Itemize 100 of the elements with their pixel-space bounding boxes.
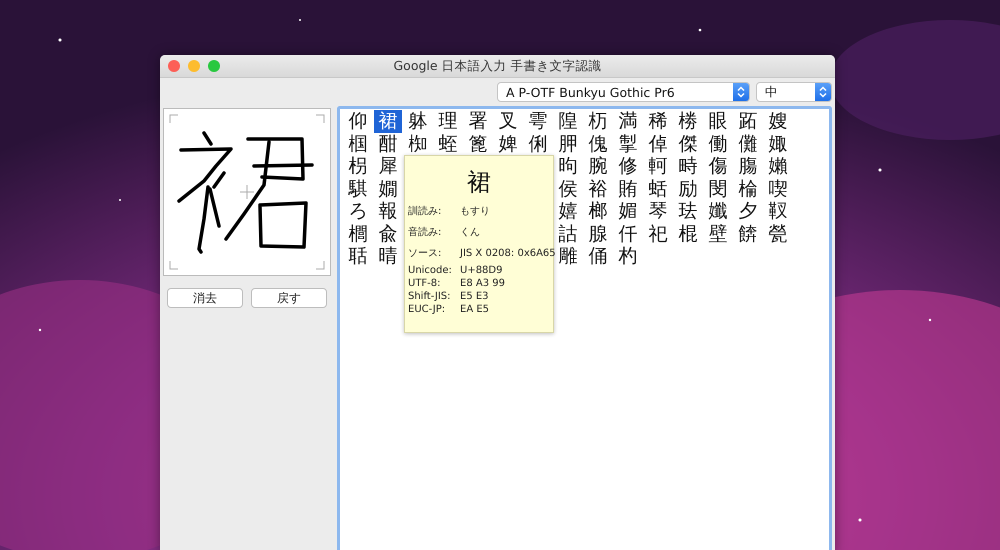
info-label: ソース: — [408, 247, 442, 261]
candidate-char[interactable]: 侯 — [554, 178, 582, 200]
close-button[interactable] — [168, 60, 180, 72]
candidate-char[interactable]: 琴 — [644, 200, 672, 222]
tooltip-character: 裙 — [467, 167, 491, 198]
candidate-char[interactable]: 閔 — [704, 178, 732, 200]
candidate-char[interactable]: 祀 — [644, 222, 672, 245]
candidate-char[interactable]: 蛭 — [434, 132, 462, 155]
candidate-char[interactable]: 傷 — [704, 155, 732, 178]
clear-button[interactable]: 消去 — [167, 288, 243, 308]
candidate-char[interactable]: 励 — [674, 178, 702, 200]
candidate-char[interactable]: ろ — [344, 200, 372, 222]
candidate-char[interactable]: 報 — [374, 200, 402, 222]
candidate-char[interactable]: 軻 — [644, 155, 672, 178]
candidate-char[interactable]: 晴 — [374, 245, 402, 268]
candidate-char[interactable]: 胛 — [554, 132, 582, 155]
candidate-char[interactable]: 騏 — [344, 178, 372, 200]
candidate-char[interactable]: 櫚 — [344, 222, 372, 245]
candidate-char[interactable]: 椥 — [404, 132, 432, 155]
candidate-char[interactable]: 棆 — [734, 178, 762, 200]
info-label: Unicode: — [408, 265, 453, 276]
candidate-char[interactable]: 靫 — [764, 200, 792, 222]
candidate-char[interactable]: 腕 — [584, 155, 612, 178]
size-dropdown[interactable]: 中 — [756, 82, 832, 102]
candidate-char[interactable]: 篦 — [464, 132, 492, 155]
candidate-char[interactable]: 犀 — [374, 155, 402, 178]
candidate-char[interactable]: 蛞 — [644, 178, 672, 200]
candidate-char[interactable]: 膓 — [734, 155, 762, 178]
info-value: E5 E3 — [460, 291, 490, 302]
candidate-char[interactable]: 榔 — [584, 200, 612, 222]
info-value: くん — [460, 226, 481, 240]
candidate-char[interactable]: 杤 — [584, 110, 612, 132]
candidate-char[interactable]: 詁 — [554, 222, 582, 245]
info-label: 音読み: — [408, 226, 442, 240]
candidate-char[interactable]: 跖 — [734, 110, 762, 132]
candidate-char[interactable]: 壁 — [704, 222, 732, 245]
font-dropdown[interactable]: A P-OTF Bunkyu Gothic Pr6 — [497, 82, 750, 102]
candidate-char[interactable]: 傀 — [584, 132, 612, 155]
candidate-char[interactable]: 腺 — [584, 222, 612, 245]
info-value: EA E5 — [460, 304, 490, 315]
candidate-char[interactable]: 兪 — [374, 222, 402, 245]
stepper-icon — [733, 83, 749, 101]
candidate-char[interactable]: 甇 — [764, 222, 792, 245]
candidate-char[interactable]: 酣 — [374, 132, 402, 155]
candidate-char[interactable]: 畤 — [674, 155, 702, 178]
stepper-icon — [815, 83, 831, 101]
candidate-char[interactable]: 倬 — [644, 132, 672, 155]
candidate-char[interactable]: 椢 — [344, 132, 372, 155]
candidate-char[interactable]: 雩 — [524, 110, 552, 132]
candidate-char[interactable]: 稀 — [644, 110, 672, 132]
candidate-char[interactable]: 傑 — [674, 132, 702, 155]
candidate-char[interactable]: 椦 — [674, 110, 702, 132]
candidate-char[interactable]: 躰 — [404, 110, 432, 132]
info-value: JIS X 0208: 0x6A65 — [460, 247, 556, 261]
window-title: Google 日本語入力 手書き文字認識 — [393, 58, 602, 74]
candidate-char[interactable]: 嬾 — [764, 155, 792, 178]
candidate-char[interactable]: 杓 — [614, 245, 642, 268]
info-value: U+88D9 — [460, 265, 504, 276]
candidate-char[interactable]: 孅 — [704, 200, 732, 222]
candidate-char[interactable]: 俐 — [524, 132, 552, 155]
candidate-char[interactable]: 理 — [434, 110, 462, 132]
info-value: もすり — [460, 205, 491, 219]
candidate-char[interactable]: 娵 — [764, 132, 792, 155]
info-label: Shift-JIS: — [408, 291, 452, 302]
candidate-char[interactable]: 裕 — [584, 178, 612, 200]
candidate-char[interactable]: 珐 — [674, 200, 702, 222]
candidate-char[interactable]: 餴 — [734, 222, 762, 245]
candidate-char[interactable]: 満 — [614, 110, 642, 132]
crosshair-icon — [240, 185, 254, 199]
info-label: EUC-JP: — [408, 304, 446, 315]
candidate-char[interactable]: 眼 — [704, 110, 732, 132]
candidate-char[interactable]: 仰 — [344, 110, 372, 132]
candidate-char[interactable]: 雕 — [554, 245, 582, 268]
candidate-char[interactable]: 媚 — [614, 200, 642, 222]
candidate-char[interactable]: 嫂 — [764, 110, 792, 132]
info-value: E8 A3 99 — [460, 278, 506, 289]
candidate-char[interactable]: 叉 — [494, 110, 522, 132]
candidate-char[interactable]: 枴 — [344, 155, 372, 178]
candidate-char[interactable]: 俑 — [584, 245, 612, 268]
candidate-char[interactable]: 仟 — [614, 222, 642, 245]
candidate-char[interactable]: 裙 — [374, 110, 402, 132]
candidate-char[interactable]: 喫 — [764, 178, 792, 200]
candidate-char[interactable]: 嬉 — [554, 200, 582, 222]
minimize-button[interactable] — [188, 60, 200, 72]
candidate-char[interactable]: 修 — [614, 155, 642, 178]
candidate-char[interactable]: 聒 — [344, 245, 372, 268]
candidate-char[interactable]: 署 — [464, 110, 492, 132]
candidate-char[interactable]: 掣 — [614, 132, 642, 155]
candidate-char[interactable]: 嫺 — [374, 178, 402, 200]
candidate-char[interactable]: 夕 — [734, 200, 762, 222]
candidate-char[interactable]: 賄 — [614, 178, 642, 200]
candidate-char[interactable]: 棍 — [674, 222, 702, 245]
candidate-char[interactable]: 働 — [704, 132, 732, 155]
candidate-char[interactable]: 昫 — [554, 155, 582, 178]
candidate-char[interactable]: 儺 — [734, 132, 762, 155]
info-label: 訓読み: — [408, 204, 442, 219]
candidate-char[interactable]: 隍 — [554, 110, 582, 132]
zoom-button[interactable] — [208, 60, 220, 72]
undo-button[interactable]: 戻す — [251, 288, 327, 308]
candidate-char[interactable]: 婢 — [494, 132, 522, 155]
